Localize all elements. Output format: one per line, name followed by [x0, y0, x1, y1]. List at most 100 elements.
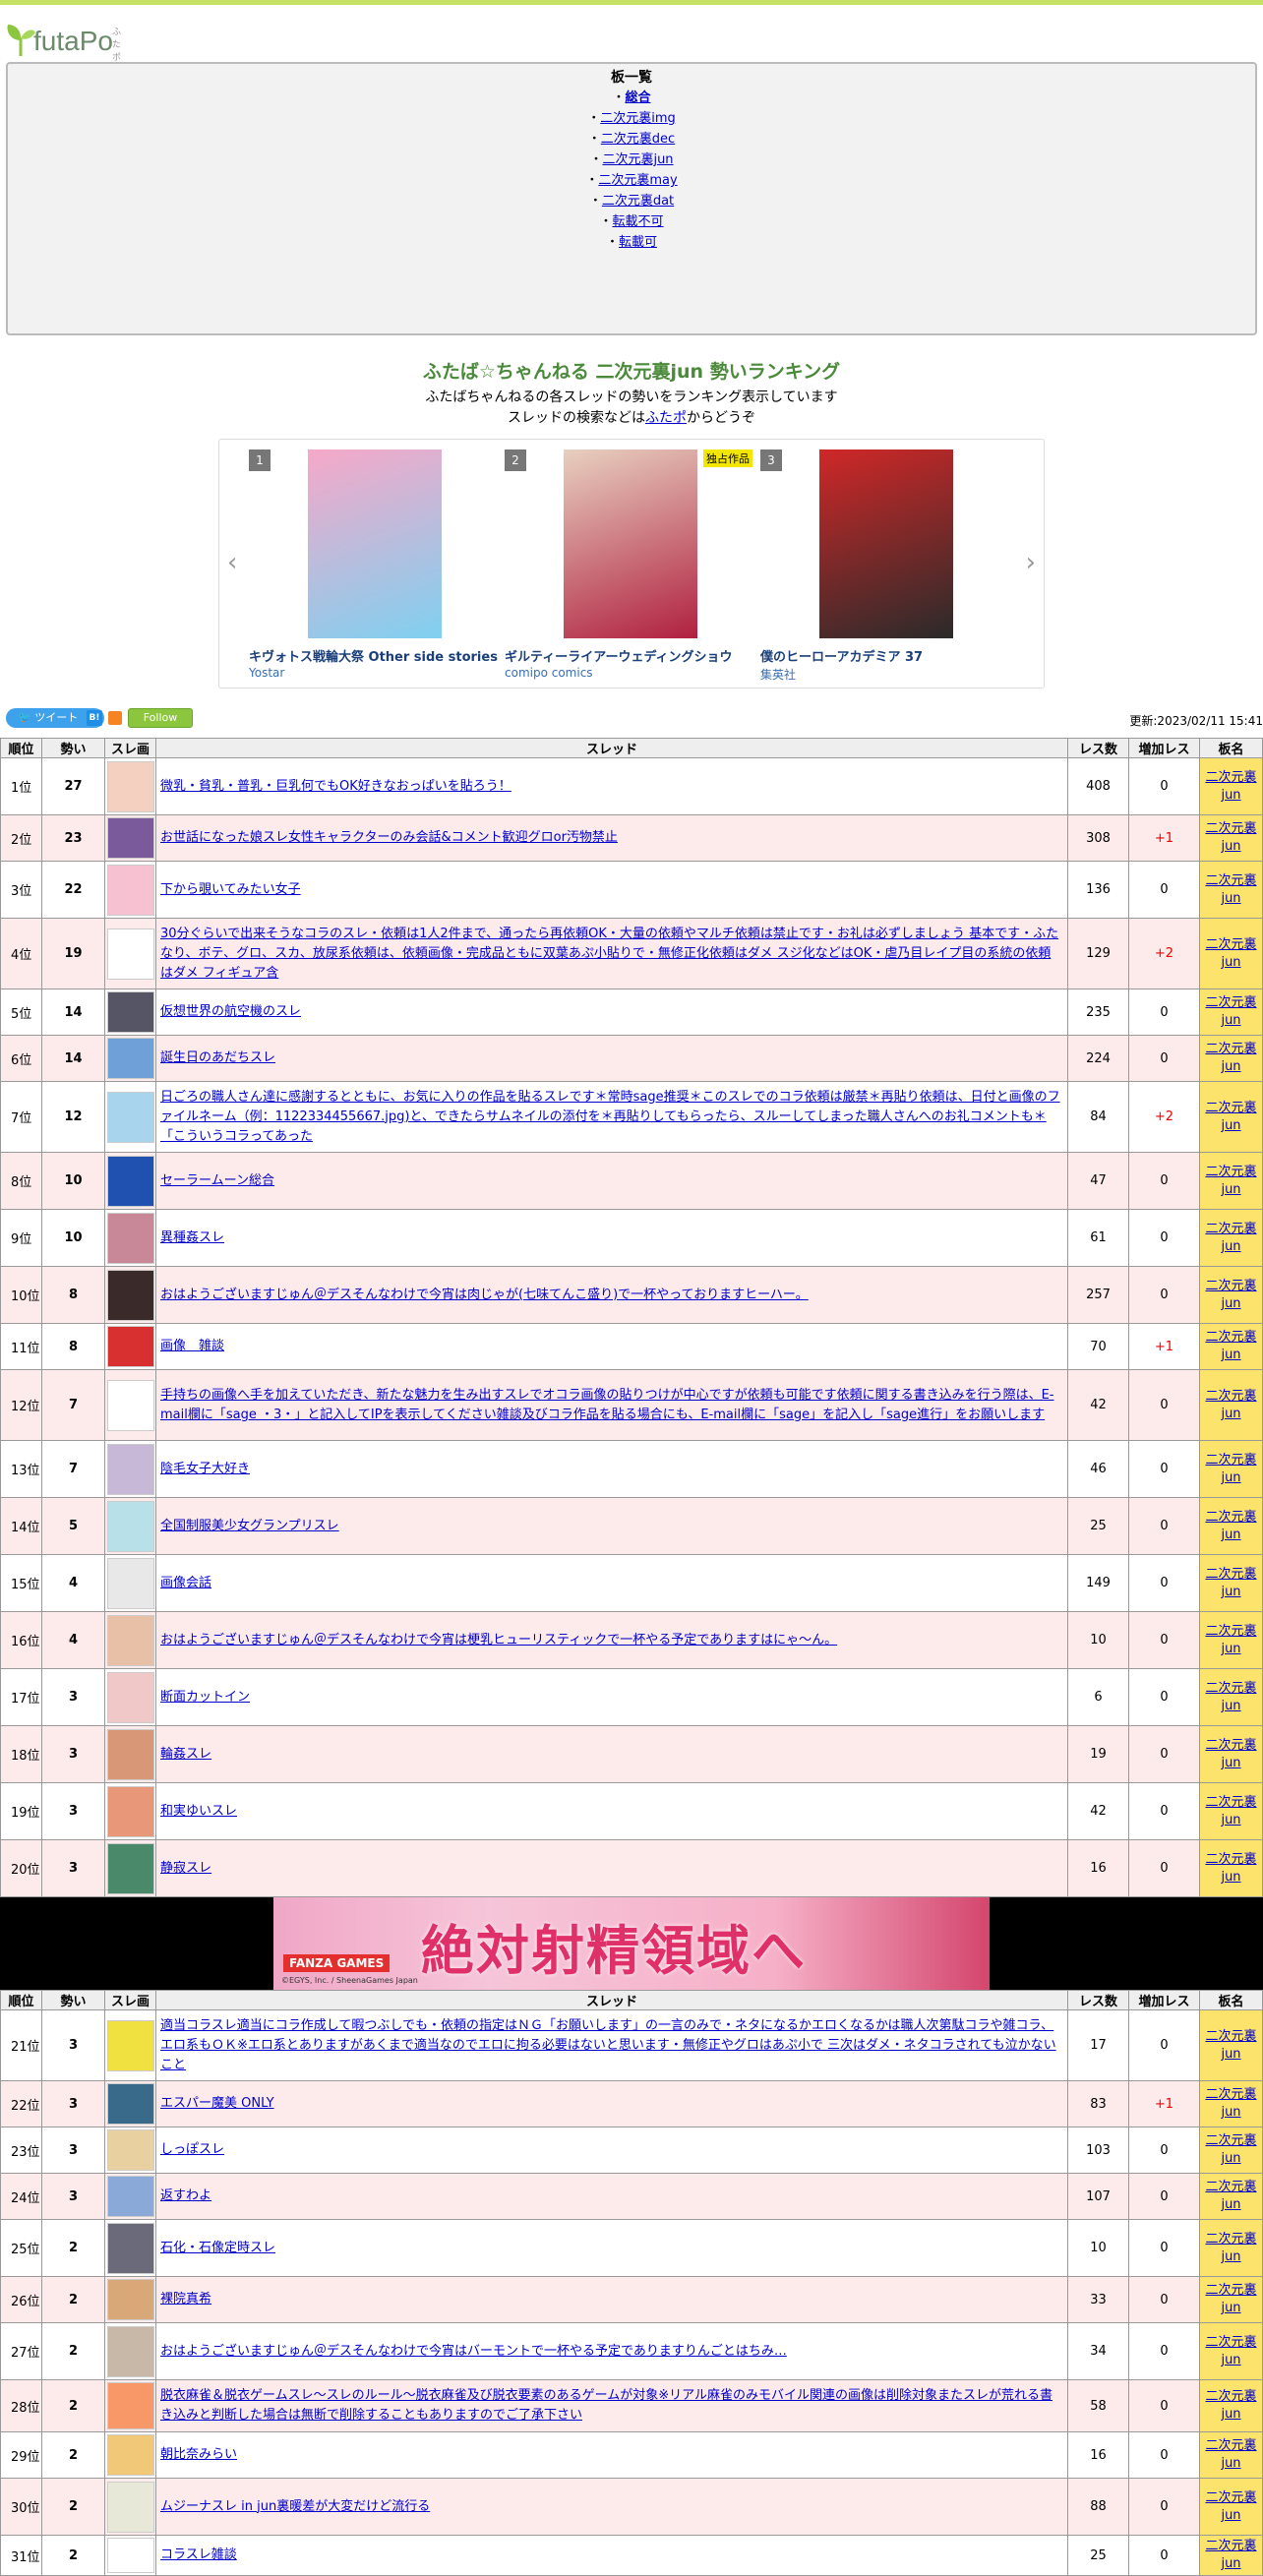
board-link-6[interactable]: 転載不可	[613, 214, 664, 229]
thread-link[interactable]: 返すわよ	[160, 2188, 211, 2203]
thread-link[interactable]: 陰毛女子大好き	[160, 1462, 250, 1476]
thread-link[interactable]: 画像 雑談	[160, 1339, 224, 1353]
book-cover-image[interactable]: 独占作品	[564, 449, 752, 638]
thread-thumbnail[interactable]	[107, 1038, 154, 1079]
thumbnail-cell[interactable]	[104, 1369, 156, 1441]
board-name-link[interactable]: 二次元裏 jun	[1205, 1567, 1256, 1599]
thread-link[interactable]: 画像会話	[160, 1576, 211, 1590]
ad-banner[interactable]: 絶対射精領域へ FANZA GAMES ©EGYS, Inc. / Sheena…	[0, 1897, 1263, 1990]
thumbnail-cell[interactable]	[104, 1035, 156, 1082]
thumbnail-cell[interactable]	[104, 1081, 156, 1153]
thread-thumbnail[interactable]	[107, 1443, 154, 1495]
thread-thumbnail[interactable]	[107, 1842, 154, 1894]
thread-link[interactable]: ムジーナスレ in jun裏暖差が大変だけど流行る	[160, 2499, 430, 2514]
board-name-link[interactable]: 二次元裏 jun	[1205, 1330, 1256, 1362]
board-name-link[interactable]: 二次元裏 jun	[1205, 2232, 1256, 2264]
feedly-follow-button[interactable]: Follow	[128, 708, 193, 728]
thread-thumbnail[interactable]	[107, 2434, 154, 2476]
thread-link[interactable]: お世話になった娘スレ女性キャラクターのみ会話&コメント歓迎グロor汚物禁止	[160, 830, 618, 845]
thumbnail-cell[interactable]	[104, 1611, 156, 1669]
thumbnail-cell[interactable]	[104, 861, 156, 919]
thread-link[interactable]: 日ごろの職人さん達に感謝するとともに、お気に入りの作品を貼るスレです＊常時sag…	[160, 1090, 1060, 1144]
board-name-link[interactable]: 二次元裏 jun	[1205, 821, 1256, 854]
board-link-5[interactable]: 二次元裏dat	[602, 194, 674, 209]
thread-thumbnail[interactable]	[107, 1500, 154, 1552]
thumbnail-cell[interactable]	[104, 2322, 156, 2380]
board-name-link[interactable]: 二次元裏 jun	[1205, 2539, 1256, 2571]
thumbnail-cell[interactable]	[104, 2173, 156, 2220]
thread-thumbnail[interactable]	[107, 2222, 154, 2274]
board-name-link[interactable]: 二次元裏 jun	[1205, 770, 1256, 803]
thread-thumbnail[interactable]	[107, 1212, 154, 1264]
thread-thumbnail[interactable]	[107, 1671, 154, 1723]
thumbnail-cell[interactable]	[104, 1209, 156, 1267]
thread-thumbnail[interactable]	[107, 1379, 154, 1431]
book-title[interactable]: キヴォトス戦輪大祭 Other side stories	[249, 646, 498, 665]
thumbnail-cell[interactable]	[104, 918, 156, 989]
thread-link[interactable]: 朝比奈みらい	[160, 2447, 237, 2462]
thread-thumbnail[interactable]	[107, 2481, 154, 2533]
board-name-link[interactable]: 二次元裏 jun	[1205, 1510, 1256, 1542]
board-name-link[interactable]: 二次元裏 jun	[1205, 1279, 1256, 1311]
thread-thumbnail[interactable]	[107, 1155, 154, 1207]
thread-thumbnail[interactable]	[107, 817, 154, 859]
rss-icon[interactable]	[108, 711, 122, 725]
thread-link[interactable]: しっぽスレ	[160, 2142, 224, 2157]
carousel-prev-icon[interactable]: ‹	[227, 548, 237, 577]
thumbnail-cell[interactable]	[104, 814, 156, 862]
thread-link[interactable]: 30分ぐらいで出来そうなコラのスレ・依頼は1人2件まで、通ったら再依頼OK・大量…	[160, 927, 1058, 981]
carousel-next-icon[interactable]: ›	[1026, 548, 1036, 577]
thread-link[interactable]: 仮想世界の航空機のスレ	[160, 1004, 301, 1019]
board-name-link[interactable]: 二次元裏 jun	[1205, 1738, 1256, 1770]
thread-thumbnail[interactable]	[107, 760, 154, 812]
board-link-3[interactable]: 二次元裏jun	[602, 152, 673, 167]
thread-link[interactable]: 石化・石像定時スレ	[160, 2241, 275, 2255]
thumbnail-cell[interactable]	[104, 1725, 156, 1783]
futapo-link[interactable]: ふたポ	[645, 410, 687, 426]
thumbnail-cell[interactable]	[104, 1440, 156, 1498]
board-name-link[interactable]: 二次元裏 jun	[1205, 2490, 1256, 2523]
thread-thumbnail[interactable]	[107, 2019, 154, 2071]
thread-link[interactable]: 静寂スレ	[160, 1861, 211, 1876]
thread-thumbnail[interactable]	[107, 2176, 154, 2217]
thread-thumbnail[interactable]	[107, 2129, 154, 2171]
thread-thumbnail[interactable]	[107, 2325, 154, 2377]
board-name-link[interactable]: 二次元裏 jun	[1205, 1222, 1256, 1254]
thumbnail-cell[interactable]	[104, 1782, 156, 1840]
board-name-link[interactable]: 二次元裏 jun	[1205, 1165, 1256, 1197]
thread-thumbnail[interactable]	[107, 2279, 154, 2320]
thumbnail-cell[interactable]	[104, 1668, 156, 1726]
thread-link[interactable]: 裸院真希	[160, 2292, 211, 2306]
board-link-2[interactable]: 二次元裏dec	[601, 132, 675, 147]
thumbnail-cell[interactable]	[104, 2535, 156, 2576]
board-name-link[interactable]: 二次元裏 jun	[1205, 1795, 1256, 1827]
book-title[interactable]: 僕のヒーローアカデミア 37	[760, 646, 923, 665]
thread-thumbnail[interactable]	[107, 2083, 154, 2125]
thread-link[interactable]: おはようございますじゅん＠デスそんなわけで今宵は肉じゃが(七味てんこ盛り)で一杯…	[160, 1288, 809, 1302]
thumbnail-cell[interactable]	[104, 1839, 156, 1897]
board-name-link[interactable]: 二次元裏 jun	[1205, 2180, 1256, 2212]
board-name-link[interactable]: 二次元裏 jun	[1205, 1681, 1256, 1713]
thumbnail-cell[interactable]	[104, 1152, 156, 1210]
hatena-bookmark-button[interactable]: B!	[87, 710, 102, 726]
board-name-link[interactable]: 二次元裏 jun	[1205, 2389, 1256, 2422]
thumbnail-cell[interactable]	[104, 2009, 156, 2081]
ad-banner-image[interactable]: 絶対射精領域へ FANZA GAMES ©EGYS, Inc. / Sheena…	[273, 1897, 990, 1990]
thread-link[interactable]: エスパー魔美 ONLY	[160, 2096, 274, 2111]
thread-thumbnail[interactable]	[107, 1728, 154, 1780]
board-name-link[interactable]: 二次元裏 jun	[1205, 1389, 1256, 1421]
board-name-link[interactable]: 二次元裏 jun	[1205, 1042, 1256, 1074]
thumbnail-cell[interactable]	[104, 2276, 156, 2323]
thread-thumbnail[interactable]	[107, 928, 154, 980]
board-name-link[interactable]: 二次元裏 jun	[1205, 1852, 1256, 1885]
thread-link[interactable]: おはようございますじゅん＠デスそんなわけで今宵は梗乳ヒューリスティックで一杯やる…	[160, 1633, 837, 1647]
board-name-link[interactable]: 二次元裏 jun	[1205, 873, 1256, 906]
thumbnail-cell[interactable]	[104, 1266, 156, 1324]
thumbnail-cell[interactable]	[104, 2127, 156, 2174]
board-name-link[interactable]: 二次元裏 jun	[1205, 2283, 1256, 2315]
thread-thumbnail[interactable]	[107, 991, 154, 1033]
board-name-link[interactable]: 二次元裏 jun	[1205, 2087, 1256, 2120]
thumbnail-cell[interactable]	[104, 2080, 156, 2127]
thread-link[interactable]: 誕生日のあだちスレ	[160, 1050, 275, 1065]
book-cover-image[interactable]	[308, 449, 442, 638]
